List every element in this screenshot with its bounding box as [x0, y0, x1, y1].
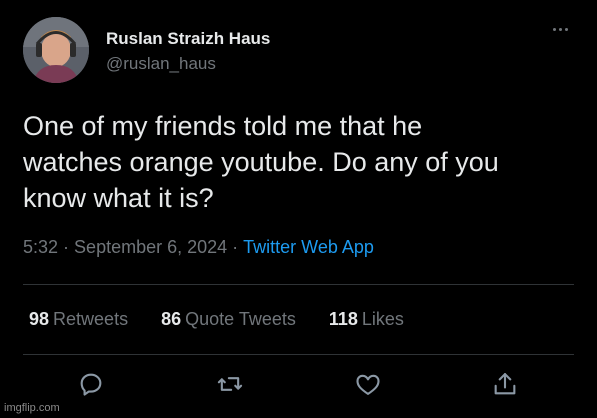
avatar[interactable] — [23, 17, 89, 83]
retweets-label: Retweets — [53, 309, 129, 329]
share-button[interactable] — [491, 370, 519, 398]
share-icon — [494, 373, 516, 395]
more-dot-icon — [552, 27, 556, 31]
tweet-text-line: watches orange youtube. Do any of you — [23, 147, 499, 177]
quote-tweets-label: Quote Tweets — [185, 309, 296, 329]
retweets-count: 98 — [29, 309, 50, 329]
author-display-name[interactable]: Ruslan Straizh Haus — [106, 29, 270, 49]
likes-count: 118 — [328, 309, 358, 329]
more-options-button[interactable] — [545, 19, 575, 39]
more-dot-icon — [558, 27, 562, 31]
likes-stat[interactable]: 118 Likes — [329, 309, 404, 330]
divider — [23, 284, 574, 285]
retweet-button[interactable] — [216, 370, 244, 398]
tweet-meta: 5:32 · September 6, 2024 · Twitter Web App — [23, 237, 374, 258]
avatar-image — [23, 17, 89, 83]
tweet-text-line: know what it is? — [23, 183, 214, 213]
retweets-stat[interactable]: 98 Retweets — [29, 309, 128, 330]
tweet-text-line: One of my friends told me that he — [23, 111, 423, 141]
meta-separator: · — [63, 237, 70, 257]
tweet-text: One of my friends told me that he watche… — [23, 108, 578, 216]
action-bar — [0, 370, 597, 398]
watermark: imgflip.com — [4, 402, 60, 414]
meta-separator: · — [232, 237, 239, 257]
tweet-date[interactable]: September 6, 2024 — [74, 237, 227, 257]
engagement-stats: 98 Retweets 86 Quote Tweets 118 Likes — [29, 309, 404, 330]
author-handle[interactable]: @ruslan_haus — [106, 54, 216, 74]
tweet-card: Ruslan Straizh Haus @ruslan_haus One of … — [0, 0, 597, 418]
more-dot-icon — [564, 27, 568, 31]
quote-tweets-count: 86 — [161, 309, 182, 329]
retweet-icon — [217, 377, 243, 391]
tweet-source-link[interactable]: Twitter Web App — [243, 237, 374, 257]
tweet-time[interactable]: 5:32 — [23, 237, 58, 257]
like-icon — [356, 374, 380, 395]
reply-icon — [80, 373, 102, 396]
quote-tweets-stat[interactable]: 86 Quote Tweets — [161, 309, 296, 330]
divider — [23, 354, 574, 355]
likes-label: Likes — [361, 309, 404, 329]
reply-button[interactable] — [77, 370, 105, 398]
like-button[interactable] — [354, 370, 382, 398]
